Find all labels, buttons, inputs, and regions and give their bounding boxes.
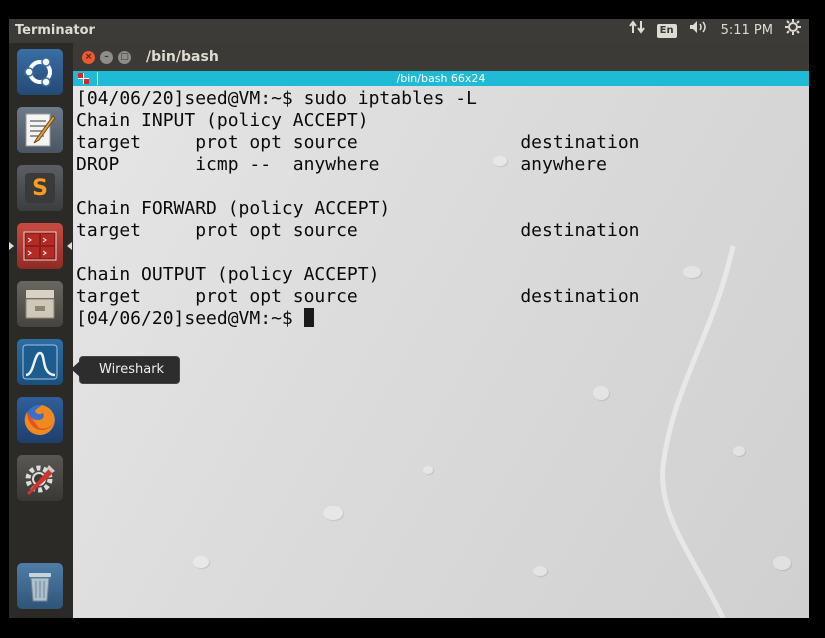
terminal-tab-title: /bin/bash 66x24: [396, 72, 486, 85]
terminal-output: [04/06/20]seed@VM:~$ sudo iptables -L Ch…: [76, 88, 640, 330]
terminator-grid-icon[interactable]: [78, 73, 89, 84]
launcher-item-wireshark[interactable]: [15, 337, 65, 387]
sublime-text-icon: S: [17, 165, 63, 211]
terminal-cursor: [303, 308, 314, 327]
trash-icon: [17, 563, 63, 609]
clock[interactable]: 5:11 PM: [721, 19, 773, 43]
terminator-icon: [17, 223, 63, 269]
text-editor-icon: [17, 107, 63, 153]
launcher-item-dash[interactable]: [15, 47, 65, 97]
terminal-window[interactable]: × – □ /bin/bash /bin/bash 66x24 [04/06/2…: [73, 43, 809, 618]
launcher-item-sublime-text[interactable]: S: [15, 163, 65, 213]
firefox-icon: [17, 397, 63, 443]
terminal-line: [04/06/20]seed@VM:~$ sudo iptables -L: [76, 88, 477, 109]
terminal-line: target prot opt source destination: [76, 220, 640, 241]
desktop-screen: Terminator En 5:11 PM S × – □ /bin/bash …: [9, 19, 809, 618]
close-window-button[interactable]: ×: [82, 51, 95, 64]
launcher: S: [9, 43, 73, 618]
terminal-line: Chain FORWARD (policy ACCEPT): [76, 198, 391, 219]
settings-tools-icon: [17, 455, 63, 501]
terminal-viewport[interactable]: [04/06/20]seed@VM:~$ sudo iptables -L Ch…: [73, 86, 809, 618]
minimize-window-button[interactable]: –: [100, 51, 113, 64]
speaker-icon[interactable]: [689, 19, 709, 43]
active-indicator: [9, 242, 14, 250]
terminal-line: Chain OUTPUT (policy ACCEPT): [76, 264, 380, 285]
ubuntu-logo-icon: [17, 49, 63, 95]
terminal-prompt: [04/06/20]seed@VM:~$: [76, 308, 304, 329]
gear-icon[interactable]: [785, 19, 801, 44]
terminal-line: target prot opt source destination: [76, 132, 640, 153]
terminal-tab-bar: /bin/bash 66x24: [73, 71, 809, 86]
file-cabinet-icon: [17, 281, 63, 327]
panel-indicators: En 5:11 PM: [628, 19, 801, 44]
launcher-item-terminator[interactable]: [9, 221, 72, 271]
top-panel: Terminator En 5:11 PM: [9, 19, 809, 43]
launcher-item-text-editor[interactable]: [15, 105, 65, 155]
wireshark-icon: [17, 339, 63, 385]
terminal-line: target prot opt source destination: [76, 286, 640, 307]
launcher-item-firefox[interactable]: [15, 395, 65, 445]
window-titlebar[interactable]: × – □ /bin/bash: [73, 43, 809, 71]
maximize-window-button[interactable]: □: [118, 51, 131, 64]
window-title: /bin/bash: [146, 49, 219, 65]
terminal-line: Chain INPUT (policy ACCEPT): [76, 110, 369, 131]
focus-indicator: [67, 242, 72, 250]
launcher-tooltip: Wireshark: [70, 356, 181, 384]
keyboard-layout-indicator[interactable]: En: [656, 24, 677, 38]
active-app-title: Terminator: [15, 23, 95, 38]
tab-separator: [97, 72, 98, 85]
network-arrows-icon[interactable]: [628, 19, 645, 43]
launcher-item-file-manager[interactable]: [15, 279, 65, 329]
terminal-line: DROP icmp -- anywhere anywhere: [76, 154, 608, 175]
launcher-item-trash[interactable]: [15, 561, 65, 611]
launcher-item-system-settings[interactable]: [15, 453, 65, 503]
